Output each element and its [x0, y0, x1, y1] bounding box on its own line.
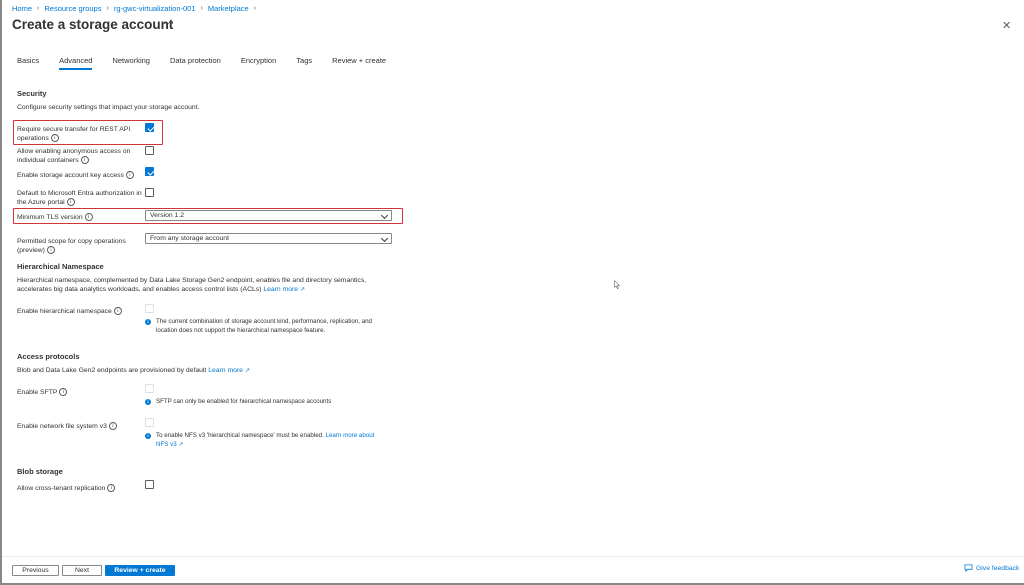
- breadcrumb-marketplace[interactable]: Marketplace: [208, 4, 249, 13]
- tls-label: Minimum TLS version i: [17, 213, 145, 222]
- next-button[interactable]: Next: [62, 565, 102, 576]
- sftp-checkbox[interactable]: [145, 384, 154, 393]
- info-icon[interactable]: i: [50, 134, 59, 143]
- breadcrumb-home[interactable]: Home: [12, 4, 32, 13]
- info-filled-icon: i: [145, 399, 151, 405]
- tab-networking[interactable]: Networking: [112, 56, 150, 70]
- hns-enable-label: Enable hierarchical namespace i: [17, 307, 145, 316]
- tls-version-value: Version 1.2: [150, 212, 185, 219]
- nfs-info-message: i To enable NFS v3 'hierarchical namespa…: [145, 432, 385, 449]
- info-filled-icon: i: [145, 319, 151, 325]
- anonymous-access-checkbox[interactable]: [145, 146, 154, 155]
- tab-bar: Basics Advanced Networking Data protecti…: [17, 56, 386, 70]
- nfs-label: Enable network file system v3 i: [17, 422, 145, 431]
- chevron-right-icon: ›: [37, 5, 40, 12]
- external-link-icon: ↗: [244, 368, 250, 374]
- access-heading: Access protocols: [17, 352, 80, 361]
- give-feedback-link[interactable]: Give feedback: [964, 564, 1019, 572]
- info-icon[interactable]: i: [59, 388, 68, 397]
- close-icon[interactable]: ✕: [1002, 19, 1011, 32]
- entra-default-checkbox[interactable]: [145, 188, 154, 197]
- copy-scope-label: Permitted scope for copy operations (pre…: [17, 238, 126, 255]
- tls-version-dropdown[interactable]: Version 1.2: [145, 210, 392, 221]
- tab-data-protection[interactable]: Data protection: [170, 56, 221, 70]
- previous-button[interactable]: Previous: [12, 565, 59, 576]
- info-filled-icon: i: [145, 433, 151, 439]
- info-icon[interactable]: i: [108, 422, 117, 431]
- info-icon[interactable]: i: [66, 198, 75, 207]
- key-access-label: Enable storage account key access i: [17, 171, 145, 180]
- key-access-checkbox[interactable]: [145, 167, 154, 176]
- external-link-icon: ↗: [178, 441, 184, 448]
- security-heading: Security: [17, 89, 47, 98]
- external-link-icon: ↗: [299, 287, 306, 294]
- footer-divider: [2, 556, 1024, 557]
- review-create-button[interactable]: Review + create: [105, 565, 175, 576]
- secure-transfer-checkbox[interactable]: [145, 123, 154, 132]
- info-icon[interactable]: i: [107, 484, 116, 493]
- anonymous-access-label: Allow enabling anonymous access on indiv…: [17, 148, 131, 165]
- nfs-checkbox[interactable]: [145, 418, 154, 427]
- more-options-icon[interactable]: ···: [163, 18, 175, 28]
- hns-heading: Hierarchical Namespace: [17, 262, 104, 271]
- tab-tags[interactable]: Tags: [296, 56, 312, 70]
- chevron-right-icon: ›: [106, 5, 109, 12]
- breadcrumb: Home › Resource groups › rg-gwc-virtuali…: [12, 4, 256, 13]
- hns-description: Hierarchical namespace, complemented by …: [17, 277, 367, 294]
- info-icon[interactable]: i: [125, 171, 134, 180]
- chevron-right-icon: ›: [200, 5, 203, 12]
- blob-heading: Blob storage: [17, 467, 63, 476]
- chevron-right-icon: ›: [253, 5, 257, 12]
- chevron-down-icon: [380, 211, 389, 220]
- info-icon[interactable]: i: [113, 307, 122, 316]
- hns-checkbox[interactable]: [145, 304, 154, 313]
- info-icon[interactable]: i: [46, 246, 55, 255]
- security-description: Configure security settings that impact …: [17, 104, 200, 111]
- info-icon[interactable]: i: [84, 213, 93, 222]
- breadcrumb-resource-group[interactable]: rg-gwc-virtualization-001: [114, 4, 196, 13]
- window-left-border: [0, 0, 2, 585]
- cross-tenant-label: Allow cross-tenant replication i: [17, 484, 145, 493]
- chevron-down-icon: [380, 234, 389, 243]
- tab-advanced[interactable]: Advanced: [59, 56, 93, 70]
- sftp-info-message: i SFTP can only be enabled for hierarchi…: [145, 398, 331, 407]
- access-learn-more-link[interactable]: Learn more ↗: [208, 367, 250, 374]
- breadcrumb-resource-groups[interactable]: Resource groups: [44, 4, 101, 13]
- hns-info-message: i The current combination of storage acc…: [145, 318, 385, 335]
- tab-encryption[interactable]: Encryption: [241, 56, 276, 70]
- hns-learn-more-link[interactable]: Learn more ↗: [263, 286, 305, 293]
- page-title: Create a storage account: [12, 17, 174, 32]
- secure-transfer-label: Require secure transfer for REST API ope…: [17, 126, 131, 143]
- cross-tenant-checkbox[interactable]: [145, 480, 154, 489]
- mouse-cursor-icon: [614, 280, 620, 289]
- access-description: Blob and Data Lake Gen2 endpoints are pr…: [17, 367, 250, 374]
- copy-scope-dropdown[interactable]: From any storage account: [145, 233, 392, 244]
- sftp-label: Enable SFTP i: [17, 388, 145, 397]
- copy-scope-value: From any storage account: [150, 235, 229, 242]
- info-icon[interactable]: i: [80, 156, 89, 165]
- entra-default-label: Default to Microsoft Entra authorization…: [17, 190, 142, 207]
- tab-basics[interactable]: Basics: [17, 56, 39, 70]
- tab-review-create[interactable]: Review + create: [332, 56, 386, 70]
- feedback-icon: [964, 564, 973, 572]
